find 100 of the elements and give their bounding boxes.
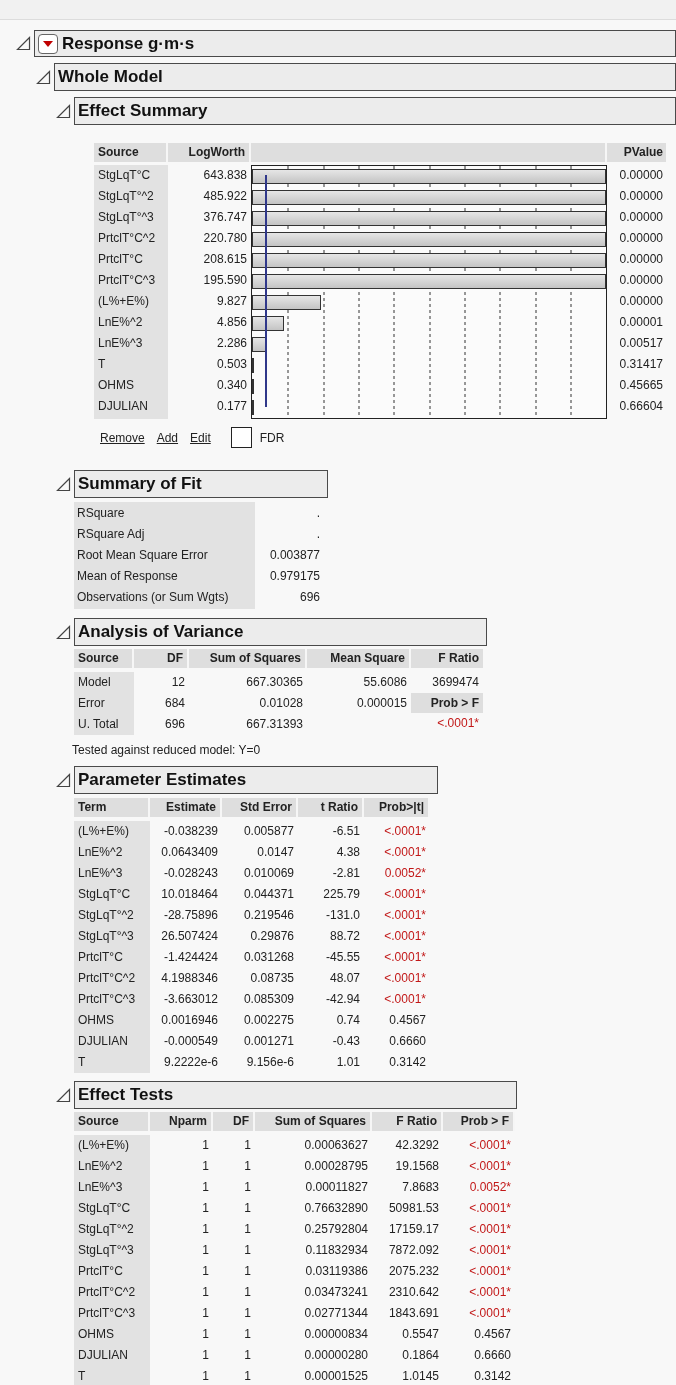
section-header[interactable]: Parameter Estimates (74, 766, 438, 794)
table-cell-text: 0.00000 (618, 209, 664, 226)
table-cell-text: 0.3142 (473, 1368, 512, 1385)
table-cell-text: 1 (243, 1158, 252, 1175)
table-cell-text: 0.00000834 (303, 1326, 369, 1343)
table-cell-text: 0.00000 (618, 293, 664, 310)
table-cell-text: StgLqT°C (77, 886, 132, 903)
disclosure-icon[interactable] (56, 624, 71, 640)
disclosure-icon[interactable] (56, 1087, 71, 1103)
table-cell-text: 4.38 (335, 844, 361, 861)
table-cell-text: 0.3142 (388, 1054, 427, 1071)
table-cell-text: T (97, 356, 107, 373)
table-cell-text: -0.000549 (162, 1033, 219, 1050)
table-cell-text: PrtclT°C^3 (77, 1305, 137, 1322)
table-cell-text: <.0001* (468, 1137, 512, 1154)
table-cell-text: <.0001* (468, 1242, 512, 1259)
table-cell-text: 208.615 (202, 251, 248, 268)
table-cell-text: <.0001* (383, 949, 427, 966)
table-cell-text: LnE%^3 (97, 335, 144, 352)
column-header: Mean Square (307, 649, 411, 668)
table-cell-text: PrtclT°C (77, 1263, 124, 1280)
table-cell-text: -3.663012 (162, 991, 219, 1008)
table-cell-text: 220.780 (202, 230, 248, 247)
table-cell-text: 0.4567 (473, 1326, 512, 1343)
disclosure-icon[interactable] (56, 476, 71, 492)
section-header[interactable]: Effect Summary (74, 97, 676, 125)
table-cell-text: T (77, 1368, 87, 1385)
table-cell-text: 195.590 (202, 272, 248, 289)
table-cell-text: 3699474 (431, 674, 480, 691)
table-cell-text: (L%+E%) (77, 823, 131, 840)
table-cell-text: 376.747 (202, 209, 248, 226)
column-header: Prob>|t| (364, 798, 430, 817)
table-cell-text: 12 (170, 674, 186, 691)
table-cell-text: 2.286 (215, 335, 248, 352)
disclosure-icon[interactable] (36, 69, 51, 85)
table-cell-text: 643.838 (202, 167, 248, 184)
section-header[interactable]: Effect Tests (74, 1081, 517, 1109)
table-cell-text: 9.156e-6 (245, 1054, 295, 1071)
table-cell-text: 2075.232 (387, 1263, 440, 1280)
table-cell-text: 0.177 (215, 398, 248, 415)
table-cell-text: <.0001* (468, 1158, 512, 1175)
table-cell-text: 88.72 (328, 928, 361, 945)
table-cell-text: -0.028243 (162, 865, 219, 882)
table-cell-text: 0.503 (215, 356, 248, 373)
link[interactable]: Remove (100, 428, 145, 447)
table-cell-text: 1 (243, 1221, 252, 1238)
link[interactable]: Add (156, 428, 179, 447)
table-cell-text: DJULIAN (97, 398, 149, 415)
disclosure-icon[interactable] (56, 772, 71, 788)
table-cell-text: 0.0643409 (160, 844, 219, 861)
table-cell-text: 1 (243, 1137, 252, 1154)
table-cell-text: 1 (243, 1179, 252, 1196)
table-cell-text: RSquare (76, 505, 126, 522)
table-cell-text: (L%+E%) (97, 293, 151, 310)
table-cell-text: Error (77, 695, 106, 712)
table-cell-text: <.0001* (383, 970, 427, 987)
column-header: F Ratio (372, 1112, 443, 1131)
note-text: Tested against reduced model: Y=0 (72, 742, 262, 759)
table-cell-text: 1 (201, 1221, 210, 1238)
table-cell-text: 1 (201, 1284, 210, 1301)
table-cell-text: 0.00001 (618, 314, 664, 331)
table-cell-text: DJULIAN (77, 1347, 129, 1364)
table-cell-text: 0.4567 (388, 1012, 427, 1029)
section-header[interactable]: Analysis of Variance (74, 618, 487, 646)
fdr-checkbox[interactable] (230, 427, 252, 448)
section-header[interactable]: Summary of Fit (74, 470, 328, 498)
disclosure-icon[interactable] (16, 36, 31, 51)
table-cell-text: 0.00000280 (303, 1347, 369, 1364)
table-cell-text: Root Mean Square Error (76, 547, 209, 564)
table-cell-text: OHMS (97, 377, 135, 394)
table-cell-text: 26.507424 (160, 928, 219, 945)
link[interactable]: Edit (190, 428, 211, 447)
table-cell-text: StgLqT°^3 (97, 209, 155, 226)
table-cell-text: OHMS (77, 1012, 115, 1029)
table-cell-text: 9.2222e-6 (162, 1054, 219, 1071)
table-cell-text: 696 (298, 589, 321, 606)
table-cell-text: PrtclT°C^2 (77, 1284, 137, 1301)
column-header: Term (74, 798, 150, 817)
column-header: Source (94, 143, 168, 162)
table-cell-text: StgLqT°^2 (77, 907, 135, 924)
table-cell-text: 1 (243, 1200, 252, 1217)
table-cell-text: 50981.53 (387, 1200, 440, 1217)
table-cell-text: 0.044371 (242, 886, 295, 903)
table-cell-text: 0.219546 (242, 907, 295, 924)
table-cell-text: -131.0 (324, 907, 361, 924)
table-cell-text: 0.02771344 (303, 1305, 369, 1322)
table-cell-text: 1 (201, 1137, 210, 1154)
table-cell-text: -2.81 (331, 865, 361, 882)
menu-icon[interactable] (38, 33, 58, 54)
table-cell-text: 0.6660 (473, 1347, 512, 1364)
table-cell-text: <.0001* (468, 1221, 512, 1238)
table-cell-text: StgLqT°^3 (77, 928, 135, 945)
table-cell-text: 10.018464 (160, 886, 219, 903)
disclosure-icon[interactable] (56, 103, 71, 119)
table-cell-text: <.0001* (468, 1305, 512, 1322)
section-header[interactable]: Whole Model (54, 63, 676, 91)
table-cell-text: 1 (243, 1326, 252, 1343)
report-header[interactable]: Response g·m·s (34, 30, 676, 57)
table-cell-text: 0.00000 (618, 230, 664, 247)
table-cell-text: T (77, 1054, 87, 1071)
